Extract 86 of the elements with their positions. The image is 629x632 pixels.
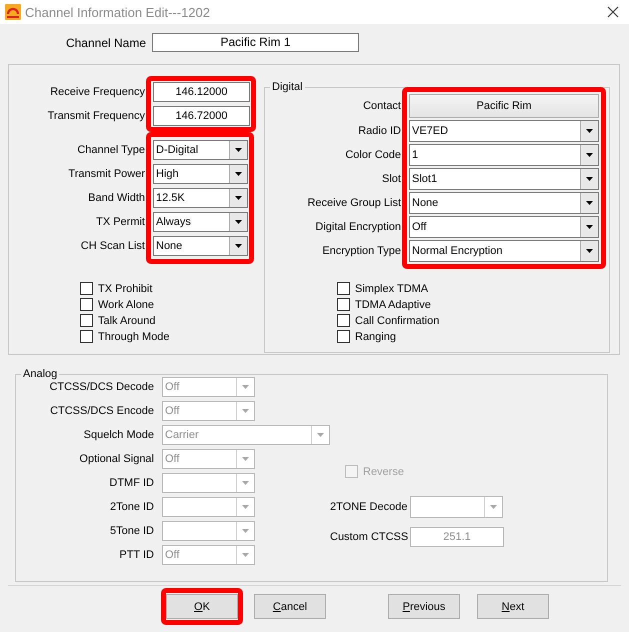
field-label: Receive Frequency <box>49 85 146 100</box>
checkbox-label: Call Confirmation <box>355 314 440 326</box>
field-label: Transmit Frequency <box>46 109 146 124</box>
group-title: Digital <box>271 81 304 93</box>
dropdown[interactable]: D-Digital <box>153 140 248 160</box>
caret-icon <box>235 220 242 224</box>
dropdown[interactable]: Normal Encryption <box>409 240 599 262</box>
field-label: CH Scan List <box>80 239 146 254</box>
checkbox-label: Ranging <box>355 330 396 342</box>
field-label: Digital Encryption <box>314 220 402 235</box>
caret-icon <box>242 481 249 485</box>
field-label: Slot <box>381 172 402 187</box>
field-label: PTT ID <box>118 549 155 561</box>
app-icon <box>5 4 21 20</box>
caret-icon <box>242 409 249 413</box>
field-label: Radio ID <box>357 124 402 139</box>
window-title: Channel Information Edit---1202 <box>25 4 211 20</box>
checkbox-label: TDMA Adaptive <box>355 298 431 310</box>
dropdown[interactable]: High <box>153 164 248 184</box>
dialog-button[interactable]: Cancel <box>254 594 326 619</box>
caret-icon <box>242 553 249 557</box>
field-label: Transmit Power <box>67 167 146 182</box>
field-label: 2TONE Decode <box>330 501 406 513</box>
checkbox-label: TX Prohibit <box>98 282 152 294</box>
caret-icon <box>235 196 242 200</box>
checkbox[interactable] <box>80 314 93 327</box>
dialog-button[interactable]: Previous <box>388 594 460 619</box>
checkbox[interactable] <box>337 298 350 311</box>
dropdown[interactable]: Off <box>409 216 599 238</box>
input-field[interactable]: 146.72000 <box>153 106 250 126</box>
checkbox-label: Work Alone <box>98 298 154 310</box>
field-label: 2Tone ID <box>108 501 155 513</box>
checkbox[interactable] <box>337 314 350 327</box>
field-label: Channel Type <box>76 143 146 158</box>
caret-icon <box>235 172 242 176</box>
dropdown[interactable]: None <box>153 236 248 256</box>
dropdown[interactable]: Slot1 <box>409 168 599 190</box>
caret-icon <box>586 153 593 157</box>
dialog-button[interactable]: Next <box>477 594 549 619</box>
caret-icon <box>586 201 593 205</box>
caret-icon <box>586 225 593 229</box>
checkbox[interactable] <box>80 298 93 311</box>
caret-icon <box>586 177 593 181</box>
caret-icon <box>586 249 593 253</box>
field-label: Squelch Mode <box>82 429 155 441</box>
dropdown[interactable]: VE7ED <box>409 120 599 142</box>
caret-icon <box>235 244 242 248</box>
checkbox[interactable] <box>337 330 350 343</box>
checkbox[interactable] <box>337 282 350 295</box>
dropdown[interactable]: 12.5K <box>153 188 248 208</box>
caret-icon <box>317 433 324 437</box>
dropdown[interactable]: Always <box>153 212 248 232</box>
dialog-button[interactable]: OK <box>166 594 238 619</box>
field-label: 5Tone ID <box>108 525 155 537</box>
caret-icon <box>490 505 497 509</box>
caret-icon <box>242 505 249 509</box>
caret-icon <box>235 148 242 152</box>
caret-icon <box>242 385 249 389</box>
field-label: CTCSS/DCS Decode <box>48 381 155 393</box>
close-icon[interactable] <box>607 6 619 18</box>
checkbox-label: Reverse <box>363 466 404 478</box>
caret-icon <box>242 457 249 461</box>
field-label: Optional Signal <box>78 453 155 465</box>
field-label: Encryption Type <box>321 244 402 259</box>
input-field[interactable]: Pacific Rim 1 <box>152 33 359 52</box>
checkbox[interactable] <box>80 282 93 295</box>
field-label: Channel Name <box>64 36 147 50</box>
field-label: Contact <box>362 99 402 114</box>
field-label: Receive Group List <box>306 196 402 211</box>
checkbox-label: Through Mode <box>98 330 170 342</box>
checkbox-label: Simplex TDMA <box>355 282 428 294</box>
field-label: Color Code <box>344 148 402 163</box>
dropdown[interactable]: 1 <box>409 144 599 166</box>
checkbox[interactable] <box>80 330 93 343</box>
caret-icon <box>242 529 249 533</box>
dropdown[interactable]: None <box>409 192 599 214</box>
checkbox-label: Talk Around <box>98 314 156 326</box>
input-field[interactable]: 146.12000 <box>153 82 250 102</box>
contact-button[interactable]: Pacific Rim <box>409 94 599 118</box>
field-label: TX Permit <box>95 215 146 230</box>
field-label: Band Width <box>87 191 146 206</box>
group-title: Analog <box>22 368 58 380</box>
field-label: Custom CTCSS <box>330 531 406 543</box>
field-label: CTCSS/DCS Encode <box>49 405 155 417</box>
caret-icon <box>586 129 593 133</box>
field-label: DTMF ID <box>108 477 155 489</box>
